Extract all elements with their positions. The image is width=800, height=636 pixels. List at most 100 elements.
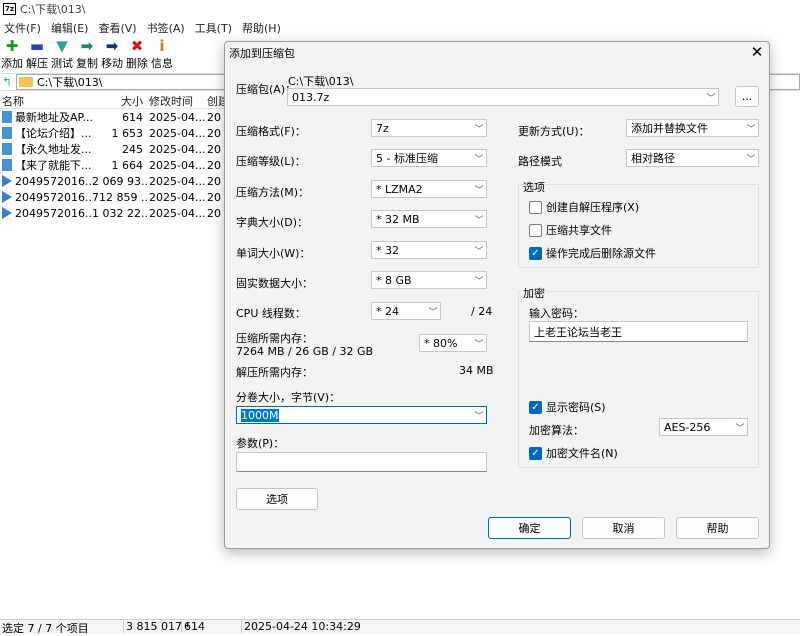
path-mode-combo[interactable]: 相对路径 ﹀ (626, 149, 759, 167)
toolbar-label: 移动 (101, 57, 123, 70)
split-combo[interactable]: 1000M ﹀ (236, 406, 487, 424)
file-name-cell: 2049572016... (0, 206, 92, 220)
add-to-archive-dialog: 添加到压缩包 ✕ 压缩包(A)： C:\下载\013\ 013.7z ﹀ ...… (224, 41, 770, 549)
encrypt-names-checkbox[interactable]: ✓ 加密文件名(N) (529, 445, 618, 461)
demem-label: 解压所需内存： (236, 366, 313, 379)
toolbar-button-6[interactable]: i 信息 (150, 38, 174, 72)
demem-value: 34 MB (459, 364, 494, 377)
file-row[interactable]: 2049572016... 1 032 22... 2025-04... 20 (0, 205, 230, 221)
status-selected: 选定 7 / 7 个项目 (0, 620, 124, 635)
toolbar-button-0[interactable]: ✚ 添加 (0, 38, 24, 72)
file-size: 245 (122, 142, 143, 156)
copy-icon: ➡ (80, 37, 94, 55)
split-value-text: 1000M (241, 408, 279, 422)
up-folder-icon[interactable]: ↰ (0, 75, 14, 89)
menu-tools[interactable]: 工具(T) (191, 20, 238, 36)
split-label: 分卷大小，字节(V)： (236, 391, 341, 404)
text-file-icon (2, 143, 12, 155)
toolbar-button-5[interactable]: ✖ 删除 (125, 38, 149, 72)
password-label: 输入密码： (529, 307, 584, 320)
options-button[interactable]: 选项 (236, 488, 318, 510)
extract-icon: ▬ (29, 37, 45, 55)
split-value: 1000M (241, 408, 472, 422)
chevron-down-icon: ﹀ (746, 154, 756, 165)
file-row[interactable]: 最新地址及AP... 614 2025-04... 20 (0, 109, 230, 125)
menu-help[interactable]: 帮助(H) (238, 20, 287, 36)
solid-combo[interactable]: * 8 GB ﹀ (371, 271, 487, 289)
file-name: 2049572016... (15, 190, 92, 204)
file-modified: 2025-04... (149, 174, 205, 188)
chevron-down-icon: ﹀ (474, 246, 484, 257)
ok-button[interactable]: 确定 (488, 517, 571, 539)
address-path: C:\下载\013\ (37, 76, 103, 89)
method-combo[interactable]: * LZMA2 ﹀ (371, 180, 487, 198)
toolbar-button-2[interactable]: ▼ 测试 (50, 38, 74, 72)
archive-name-combo[interactable]: 013.7z ﹀ (287, 88, 719, 106)
cpu-label: CPU 线程数： (236, 307, 306, 320)
col-name[interactable]: 名称 (0, 93, 92, 108)
params-input[interactable] (236, 452, 487, 472)
encrypt-names-label: 加密文件名(N) (546, 447, 618, 460)
format-label: 压缩格式(F)： (236, 125, 306, 138)
shared-checkbox[interactable]: 压缩共享文件 (529, 222, 612, 238)
chevron-down-icon: ﹀ (746, 124, 756, 135)
file-size: 1 664 (111, 158, 144, 172)
checkbox-icon (529, 223, 542, 237)
cpu-combo[interactable]: * 24 ﹀ (371, 302, 441, 320)
file-list: 名称 大小 修改时间 创建 最新地址及AP... 614 2025-04... 20 【… (0, 93, 230, 221)
mem-percent-combo[interactable]: * 80% ﹀ (419, 334, 487, 352)
toolbar-button-1[interactable]: ▬ 解压 (25, 38, 49, 72)
menu-edit[interactable]: 编辑(E) (47, 20, 95, 36)
file-row[interactable]: 【论坛介绍】.... 1 653 2025-04... 20 (0, 125, 230, 141)
file-row[interactable]: 【来了就能下... 1 664 2025-04... 20 (0, 157, 230, 173)
status-size: 614 (182, 620, 242, 633)
enc-method-combo[interactable]: AES-256 ﹀ (659, 418, 748, 436)
password-input[interactable]: 上老王论坛当老王 (529, 321, 748, 342)
menu-view[interactable]: 查看(V) (94, 20, 142, 36)
file-row[interactable]: 2049572016... 2 069 93... 2025-04... 20 (0, 173, 230, 189)
update-label: 更新方式(U)： (518, 125, 590, 138)
toolbar-button-4[interactable]: ➡ 移动 (100, 38, 124, 72)
file-modified: 2025-04... (149, 142, 205, 156)
file-name: 【永久地址发... (15, 143, 92, 156)
file-modified: 2025-04... (149, 110, 205, 124)
level-combo[interactable]: 5 - 标准压缩 ﹀ (371, 149, 487, 167)
word-combo[interactable]: * 32 ﹀ (371, 241, 487, 259)
dict-combo[interactable]: * 32 MB ﹀ (371, 210, 487, 228)
col-size[interactable]: 大小 (92, 93, 147, 108)
archive-name-value: 013.7z (292, 90, 330, 104)
update-combo[interactable]: 添加并替换文件 ﹀ (626, 119, 759, 137)
delete-after-checkbox[interactable]: ✓ 操作完成后删除源文件 (529, 245, 656, 261)
file-row[interactable]: 【永久地址发... 245 2025-04... 20 (0, 141, 230, 157)
show-password-checkbox[interactable]: ✓ 显示密码(S) (529, 399, 606, 415)
file-list-header: 名称 大小 修改时间 创建 (0, 93, 230, 109)
file-size: 1 653 (111, 126, 144, 140)
browse-button[interactable]: ... (735, 86, 759, 107)
checkmark-icon: ✓ (529, 400, 542, 414)
dict-label: 字典大小(D)： (236, 216, 309, 229)
menu-file[interactable]: 文件(F) (0, 20, 47, 36)
show-password-label: 显示密码(S) (546, 401, 606, 414)
cpu-total: / 24 (471, 305, 493, 318)
help-button[interactable]: 帮助 (676, 517, 759, 539)
toolbar-button-3[interactable]: ➡ 复制 (75, 38, 99, 72)
chevron-down-icon: ﹀ (474, 124, 484, 135)
checkbox-icon (529, 200, 542, 214)
format-combo[interactable]: 7z ﹀ (371, 119, 487, 137)
sfx-checkbox[interactable]: 创建自解压程序(X) (529, 199, 639, 215)
toolbar-label: 测试 (51, 57, 73, 70)
file-name-cell: 【论坛介绍】.... (0, 125, 92, 141)
file-name-cell: 【永久地址发... (0, 141, 92, 157)
text-file-icon (2, 127, 12, 139)
file-row[interactable]: 2049572016... 712 859 ... 2025-04... 20 (0, 189, 230, 205)
status-bar: 选定 7 / 7 个项目 3 815 017 ! 614 2025-04-24 … (0, 619, 800, 635)
window-title: C:\下载\013\ (20, 3, 86, 16)
cancel-button[interactable]: 取消 (582, 517, 665, 539)
solid-label: 固实数据大小： (236, 277, 313, 290)
menu-bookmarks[interactable]: 书签(A) (143, 20, 191, 36)
file-name: 最新地址及AP... (15, 111, 92, 124)
video-file-icon (2, 190, 12, 203)
close-button[interactable]: ✕ (746, 42, 768, 62)
col-modified[interactable]: 修改时间 (147, 93, 205, 108)
toolbar-label: 删除 (126, 57, 148, 70)
